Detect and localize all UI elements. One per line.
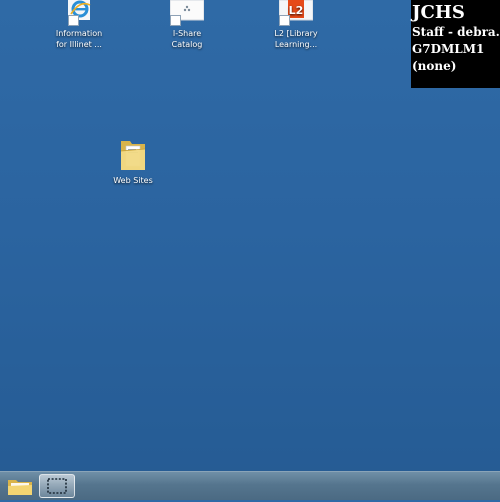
folder-icon xyxy=(118,137,148,173)
taskbar xyxy=(0,471,500,500)
desktop-icon-label: Web Sites xyxy=(113,176,153,185)
system-info-panel: JCHS Staff - debra. G7DMLM1 (none) xyxy=(411,0,500,88)
folder-icon xyxy=(8,480,32,495)
desktop-icon-l2-library-learning[interactable]: L2 L2 [Library Learning... xyxy=(257,0,335,50)
taskbar-snipping-tool-button[interactable] xyxy=(39,474,75,498)
svg-text:L2: L2 xyxy=(289,4,304,17)
school-name: JCHS xyxy=(412,2,465,23)
desktop-icon-web-sites-folder[interactable]: Web Sites xyxy=(94,137,172,186)
internet-explorer-icon xyxy=(62,0,96,26)
desktop-icon-label: Information xyxy=(55,29,103,38)
shortcut-arrow-icon xyxy=(68,15,79,26)
desktop-icon-label: I-Share xyxy=(172,29,202,38)
catalog-page-icon xyxy=(169,0,205,26)
shortcut-arrow-icon xyxy=(279,15,290,26)
info-extra: (none) xyxy=(412,59,457,73)
desktop-icon-label: Learning... xyxy=(274,40,318,49)
desktop-icon-i-share-catalog[interactable]: I-Share Catalog xyxy=(148,0,226,50)
desktop-icon-label: Catalog xyxy=(171,40,203,49)
desktop-icon-label: L2 [Library xyxy=(274,29,318,38)
l2-logo-icon: L2 xyxy=(278,0,314,26)
logged-in-user: Staff - debra. xyxy=(412,25,500,39)
desktop-icon-information-for-illinet[interactable]: Information for Illinet ... xyxy=(40,0,118,50)
snipping-tool-icon xyxy=(47,478,67,494)
desktop-icon-label: for Illinet ... xyxy=(56,40,102,49)
shortcut-arrow-icon xyxy=(170,15,181,26)
computer-name: G7DMLM1 xyxy=(412,42,485,56)
taskbar-file-explorer-button[interactable] xyxy=(2,474,38,498)
